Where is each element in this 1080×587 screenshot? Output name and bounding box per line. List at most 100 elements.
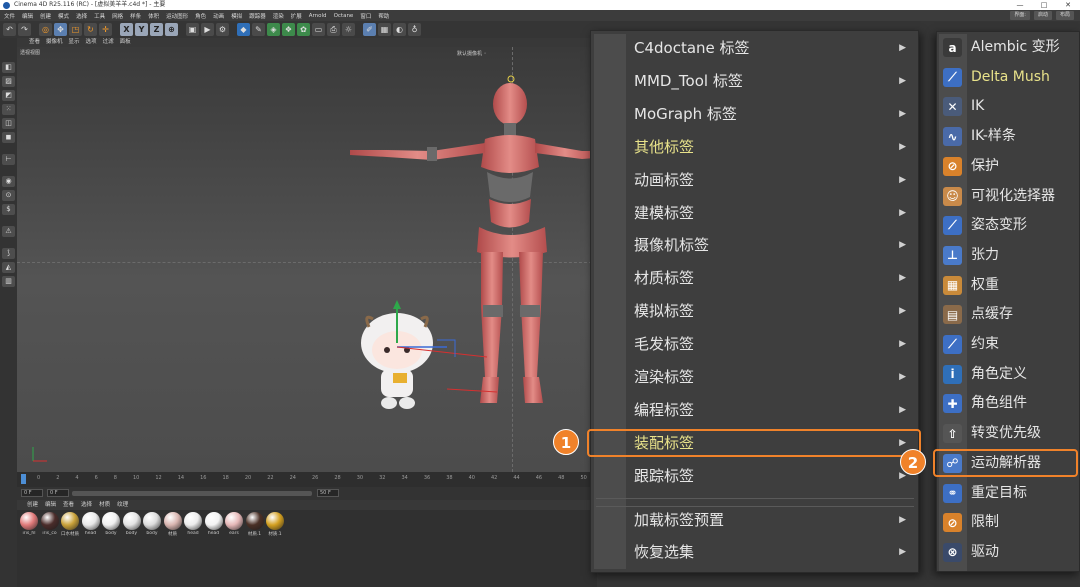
polygons-mode-icon[interactable]: ◼ <box>2 132 15 143</box>
points-mode-icon[interactable]: ⁙ <box>2 104 15 115</box>
tags-submenu-item[interactable]: MMD_Tool 标签 ▶ <box>626 67 916 96</box>
frame-range-slider[interactable] <box>72 491 312 496</box>
move-tool-icon[interactable]: ✥ <box>54 23 67 36</box>
rigging-tag-item[interactable]: ⚭ 重定目标 <box>939 479 1079 509</box>
tags-submenu-item[interactable]: C4doctane 标签 ▶ <box>626 34 916 63</box>
workplane-icon[interactable]: ▦ <box>378 23 391 36</box>
menu-item[interactable]: 窗口 <box>360 12 371 20</box>
menu-item[interactable]: 跟踪器 <box>249 12 266 20</box>
z-axis-lock-icon[interactable]: Z <box>150 23 163 36</box>
viewport-menu-item[interactable]: 摄像机 <box>46 38 63 47</box>
close-button[interactable]: ✕ <box>1056 0 1080 10</box>
rigging-tag-item[interactable]: a Alembic 变形 <box>939 33 1079 63</box>
menu-item[interactable]: 选择 <box>76 12 87 20</box>
spline-pen-icon[interactable]: ✎ <box>252 23 265 36</box>
menu-item[interactable]: 渲染 <box>273 12 284 20</box>
snapping-icon[interactable]: ⊙ <box>2 190 15 201</box>
material-swatch[interactable]: 材质.1 <box>245 512 265 537</box>
light-bulb-icon[interactable]: ♁ <box>408 23 421 36</box>
material-swatch[interactable]: 材质.1 <box>265 512 285 537</box>
menu-item[interactable]: 帮助 <box>378 12 389 20</box>
rigging-tag-item[interactable]: ☺ 可视化选择器 <box>939 182 1079 212</box>
tags-submenu-extra-item[interactable]: 恢复选集 ▶ <box>626 538 916 567</box>
camera-icon[interactable]: ⎙ <box>327 23 340 36</box>
cube-icon[interactable]: ◆ <box>237 23 250 36</box>
tags-submenu-item[interactable]: 材质标签 ▶ <box>626 264 916 293</box>
symmetry-icon[interactable]: $ <box>2 204 15 215</box>
menu-item[interactable]: 样条 <box>130 12 141 20</box>
viewport-menu-item[interactable]: 显示 <box>69 38 80 47</box>
material-menu-item[interactable]: 选择 <box>81 500 92 510</box>
rigging-tag-item[interactable]: ⟋ Delta Mush <box>939 63 1079 93</box>
snap-icon[interactable]: ✐ <box>363 23 376 36</box>
material-menu-item[interactable]: 创建 <box>27 500 38 510</box>
render-settings-icon[interactable]: ⚙ <box>216 23 229 36</box>
edges-mode-icon[interactable]: ◫ <box>2 118 15 129</box>
material-menu-item[interactable]: 材质 <box>99 500 110 510</box>
material-swatch[interactable]: body <box>101 512 121 536</box>
menu-item[interactable]: 动画 <box>213 12 224 20</box>
viewport-solo-icon[interactable]: ◐ <box>393 23 406 36</box>
current-frame-field[interactable]: 0 F <box>21 489 43 497</box>
perspective-viewport[interactable]: 透视视图 默认摄像机 ◦ <box>17 47 597 472</box>
menu-item[interactable]: Arnold <box>309 13 327 19</box>
tags-submenu-extra-item[interactable]: 加载标签预置 ▶ <box>626 506 916 535</box>
viewport-menu-item[interactable]: 选项 <box>86 38 97 47</box>
menu-item[interactable]: 工具 <box>94 12 105 20</box>
menu-item[interactable]: 扩展 <box>291 12 302 20</box>
rigging-tag-item[interactable]: ✕ IK <box>939 92 1079 122</box>
render-region-icon[interactable]: ▣ <box>186 23 199 36</box>
viewport-menu-item[interactable]: 查看 <box>29 38 40 47</box>
menu-item[interactable]: 体积 <box>148 12 159 20</box>
menu-item[interactable]: 创建 <box>40 12 51 20</box>
rigging-tag-item[interactable]: ⟋ 约束 <box>939 330 1079 360</box>
rigging-tag-item[interactable]: ⊘ 限制 <box>939 508 1079 538</box>
rigging-tag-item[interactable]: ✚ 角色组件 <box>939 389 1079 419</box>
start-frame-field[interactable]: 0 F <box>47 489 69 497</box>
live-selection-icon[interactable]: ◎ <box>39 23 52 36</box>
playhead-marker[interactable] <box>21 474 26 484</box>
material-swatch[interactable]: 材质 <box>163 512 183 537</box>
material-swatch[interactable]: 口水材质 <box>60 512 80 537</box>
rotate-tool-icon[interactable]: ↻ <box>84 23 97 36</box>
rigging-tag-item[interactable]: ▤ 点缓存 <box>939 300 1079 330</box>
texture-mode-icon[interactable]: ▨ <box>2 76 15 87</box>
rigging-tag-item[interactable]: ⊥ 张力 <box>939 241 1079 271</box>
material-swatch[interactable]: head <box>183 512 203 536</box>
minimize-button[interactable]: — <box>1008 0 1032 10</box>
material-menu-item[interactable]: 纹理 <box>117 500 128 510</box>
rigging-tag-item[interactable]: ⊗ 驱动 <box>939 538 1079 568</box>
layout-icon[interactable]: ▥ <box>2 276 15 287</box>
tags-submenu-item[interactable]: 渲染标签 ▶ <box>626 363 916 392</box>
tags-submenu-item[interactable]: 摄像机标签 ▶ <box>626 231 916 260</box>
sheep-character[interactable] <box>361 300 488 409</box>
deformer-icon[interactable]: ✿ <box>297 23 310 36</box>
rigging-tag-item[interactable]: ⊘ 保护 <box>939 152 1079 182</box>
material-swatch[interactable]: ears <box>224 512 244 536</box>
cloner-icon[interactable]: ❖ <box>282 23 295 36</box>
end-frame-field[interactable]: 50 F <box>317 489 339 497</box>
material-menu-item[interactable]: 编辑 <box>45 500 56 510</box>
menu-item[interactable]: 角色 <box>195 12 206 20</box>
paint-icon[interactable]: ⟆ <box>2 248 15 259</box>
redo-icon[interactable]: ↷ <box>18 23 31 36</box>
timeline-ruler[interactable]: 0 2 4 6 8 10 12 14 16 18 20 22 24 26 28 30 32 34 36 38 40 42 4… <box>17 472 597 487</box>
material-swatch[interactable]: head <box>81 512 101 536</box>
sculpt-icon[interactable]: ◭ <box>2 262 15 273</box>
material-swatch[interactable]: iris_hl <box>19 512 39 536</box>
maximize-button[interactable]: □ <box>1032 0 1056 10</box>
menu-item[interactable]: 模拟 <box>231 12 242 20</box>
locked-workplane-icon[interactable]: ⚠ <box>2 226 15 237</box>
soft-selection-icon[interactable]: ◉ <box>2 176 15 187</box>
menu-item[interactable]: 模式 <box>58 12 69 20</box>
tags-submenu-item[interactable]: 其他标签 ▶ <box>626 133 916 162</box>
x-axis-lock-icon[interactable]: X <box>120 23 133 36</box>
menu-item[interactable]: 编辑 <box>22 12 33 20</box>
material-menu-item[interactable]: 查看 <box>63 500 74 510</box>
layout-button[interactable]: 布局 <box>1055 11 1074 20</box>
menu-item[interactable]: Octane <box>334 13 354 19</box>
material-swatch[interactable]: iris_co <box>40 512 60 536</box>
scale-tool-icon[interactable]: ◳ <box>69 23 82 36</box>
tags-submenu-item[interactable]: 模拟标签 ▶ <box>626 297 916 326</box>
light-icon[interactable]: ☼ <box>342 23 355 36</box>
